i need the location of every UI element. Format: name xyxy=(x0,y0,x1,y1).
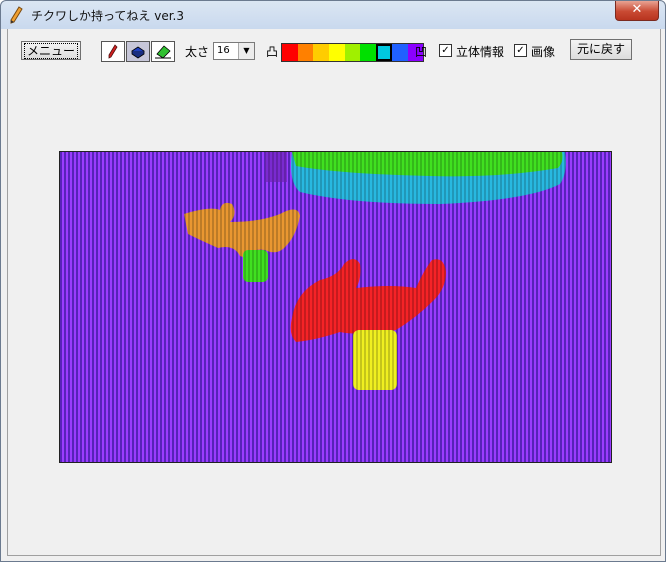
fill-tool-button[interactable] xyxy=(126,41,150,62)
color-palette xyxy=(281,43,425,62)
menu-button[interactable]: メニュー xyxy=(21,41,81,60)
color-swatch[interactable] xyxy=(391,44,408,61)
pencil-app-icon xyxy=(10,6,23,24)
convex-label: 凸 xyxy=(266,45,279,59)
eraser-icon xyxy=(155,45,171,59)
depth-map-drawing xyxy=(60,152,611,462)
thickness-select[interactable]: 16 ▼ xyxy=(213,42,255,60)
thickness-label: 太さ xyxy=(185,45,210,59)
reset-button[interactable]: 元に戻す xyxy=(570,39,632,60)
depth-canvas[interactable] xyxy=(59,151,612,463)
color-swatch[interactable] xyxy=(344,44,361,61)
bucket-icon xyxy=(131,46,145,59)
scanline-overlay xyxy=(60,152,611,462)
color-swatch[interactable] xyxy=(376,44,392,61)
concave-label: 凹 xyxy=(415,45,428,59)
stereo-label: 立体情報 xyxy=(456,45,505,59)
pen-icon xyxy=(108,44,118,59)
color-swatch[interactable] xyxy=(329,44,345,61)
menu-button-label: メニュー xyxy=(23,43,78,59)
image-label: 画像 xyxy=(531,45,556,59)
window-title: チクワしか持ってねえ ver.3 xyxy=(31,9,184,23)
color-swatch[interactable] xyxy=(282,44,298,61)
client-area: メニュー 太さ 16 ▼ 凸 凹 ✓ 立体情報 ✓ 画像 元に戻す xyxy=(7,29,661,556)
color-swatch[interactable] xyxy=(360,44,377,61)
app-window: チクワしか持ってねえ ver.3 ✕ メニュー 太さ 16 ▼ 凸 凹 ✓ 立体… xyxy=(0,0,666,562)
color-swatch[interactable] xyxy=(297,44,314,61)
eraser-tool-button[interactable] xyxy=(151,41,175,62)
stereo-checkbox[interactable]: ✓ xyxy=(439,44,452,57)
title-bar[interactable]: チクワしか持ってねえ ver.3 ✕ xyxy=(1,1,665,29)
chevron-down-icon[interactable]: ▼ xyxy=(238,43,254,59)
color-swatch[interactable] xyxy=(313,44,330,61)
thickness-value: 16 xyxy=(217,45,230,56)
pen-tool-button[interactable] xyxy=(101,41,125,62)
image-checkbox[interactable]: ✓ xyxy=(514,44,527,57)
close-button[interactable]: ✕ xyxy=(615,1,659,21)
